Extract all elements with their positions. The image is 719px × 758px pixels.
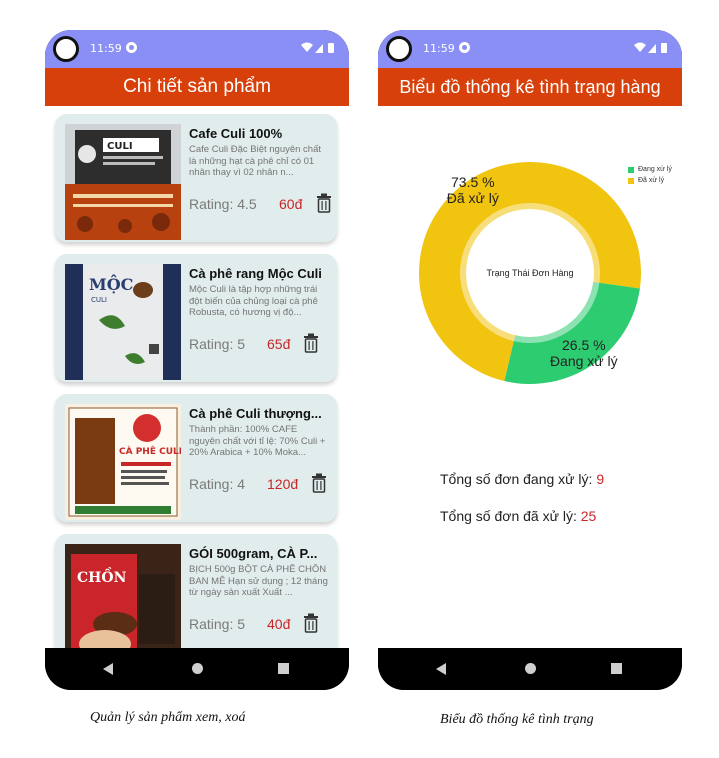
product-list[interactable]: CULI Cafe Culi 100% Cafe Culi Đặc Biệt n…: [45, 106, 349, 648]
nav-home-icon[interactable]: [525, 663, 536, 674]
slice-name-label: Đang xử lý: [550, 353, 618, 369]
product-name: GÓI 500gram, CÀ P...: [189, 546, 318, 561]
product-description: BỊCH 500g BỘT CÀ PHÊ CHỒN BAN MÊ Hạn sử …: [189, 564, 328, 598]
product-image: CHỒN: [65, 544, 181, 648]
product-price: 60đ: [279, 196, 303, 212]
google-icon: [459, 42, 470, 53]
product-image: CULI: [65, 124, 181, 240]
slice-percent-label: 73.5 %: [451, 174, 495, 190]
caption-chart-screen: Biểu đồ thống kê tình trạng: [440, 712, 594, 727]
nav-back-icon[interactable]: [436, 663, 446, 675]
app-bar-title: Biểu đồ thống kê tình trạng hàng: [378, 68, 682, 106]
nav-home-icon[interactable]: [192, 663, 203, 674]
product-name: Cafe Culi 100%: [189, 126, 283, 141]
status-bar: 11:59: [378, 30, 682, 68]
app-bar-title: Chi tiết sản phẩm: [45, 68, 349, 106]
product-price: 120đ: [267, 476, 299, 492]
stat-value: 25: [580, 508, 597, 524]
donut-center-label: Trạng Thái Đơn Hàng: [487, 268, 574, 278]
google-icon: [126, 42, 137, 53]
product-card[interactable]: CÀ PHÊ CULI Cà phê Culi thượng... Thành …: [55, 394, 337, 522]
stat-processing: Tổng số đơn đang xử lý: 9: [440, 471, 604, 487]
wifi-signal-battery-icon: [301, 42, 334, 53]
legend-label: Đang xử lý: [638, 166, 672, 173]
nav-back-icon[interactable]: [103, 663, 113, 675]
legend-label: Đã xử lý: [638, 177, 665, 184]
slice-name-label: Đã xử lý: [447, 190, 499, 206]
slice-percent-label: 26.5 %: [562, 337, 606, 353]
chart-phone: 11:59 Biểu đồ thống kê tình trạng hàng 2…: [378, 30, 682, 690]
chart-legend: Đang xử lý Đã xử lý: [628, 164, 672, 186]
product-list-phone: 11:59 Chi tiết sản phẩm CULI Cafe Culi 1…: [45, 30, 349, 690]
donut-chart[interactable]: 26.5 %Đang xử lý73.5 %Đã xử lýTrạng Thái…: [378, 106, 682, 406]
product-description: Mộc Culi là tập hợp những trái đột biến …: [189, 284, 318, 318]
wifi-signal-battery-icon: [634, 42, 667, 53]
legend-swatch: [628, 177, 634, 184]
status-time: 11:59: [423, 42, 455, 55]
legend-swatch: [628, 166, 634, 173]
chart-content: 26.5 % Đang xử lý 73.5 % Đã xử lý Trạng Thái…: [378, 106, 682, 648]
stat-processed: Tổng số đơn đã xử lý: 25: [440, 508, 596, 524]
product-price: 65đ: [267, 336, 291, 352]
product-rating: Rating: 5: [189, 336, 246, 352]
camera-cutout-icon: [53, 36, 79, 62]
stat-label: Tổng số đơn đã xử lý:: [440, 508, 577, 524]
trash-icon[interactable]: [316, 193, 332, 213]
nav-recents-icon[interactable]: [611, 663, 622, 674]
stat-value: 9: [596, 471, 605, 487]
product-image: CÀ PHÊ CULI: [65, 404, 181, 520]
product-rating: Rating: 4: [189, 476, 246, 492]
status-time: 11:59: [90, 42, 122, 55]
trash-icon[interactable]: [303, 613, 319, 633]
trash-icon[interactable]: [311, 473, 327, 493]
product-card[interactable]: CHỒN GÓI 500gram, CÀ P... BỊCH 500g BỘT …: [55, 534, 337, 648]
stat-label: Tổng số đơn đang xử lý:: [440, 471, 593, 487]
nav-recents-icon[interactable]: [278, 663, 289, 674]
svg-text:CÀ PHÊ CULI: CÀ PHÊ CULI: [119, 445, 181, 457]
system-nav-bar: [378, 648, 682, 690]
svg-text:CULI: CULI: [107, 141, 133, 152]
product-image: MỘC CULI: [65, 264, 181, 380]
product-description: Cafe Culi Đặc Biệt nguyên chất là những …: [189, 144, 322, 178]
legend-item: Đang xử lý: [628, 164, 672, 175]
camera-cutout-icon: [386, 36, 412, 62]
svg-text:CULI: CULI: [91, 296, 107, 304]
product-card[interactable]: CULI Cafe Culi 100% Cafe Culi Đặc Biệt n…: [55, 114, 337, 242]
svg-text:MỘC: MỘC: [89, 274, 133, 294]
system-nav-bar: [45, 648, 349, 690]
product-name: Cà phê Culi thượng...: [189, 406, 322, 421]
product-card[interactable]: MỘC CULI Cà phê rang Mộc Culi Mộc Culi l…: [55, 254, 337, 382]
status-bar: 11:59: [45, 30, 349, 68]
product-name: Cà phê rang Mộc Culi: [189, 266, 322, 281]
product-rating: Rating: 5: [189, 616, 246, 632]
product-price: 40đ: [267, 616, 291, 632]
trash-icon[interactable]: [303, 333, 319, 353]
caption-product-screen: Quản lý sản phẩm xem, xoá: [90, 710, 246, 725]
legend-item: Đã xử lý: [628, 175, 672, 186]
product-rating: Rating: 4.5: [189, 196, 257, 212]
product-description: Thành phần: 100% CAFE nguyên chất với tỉ…: [189, 424, 326, 458]
